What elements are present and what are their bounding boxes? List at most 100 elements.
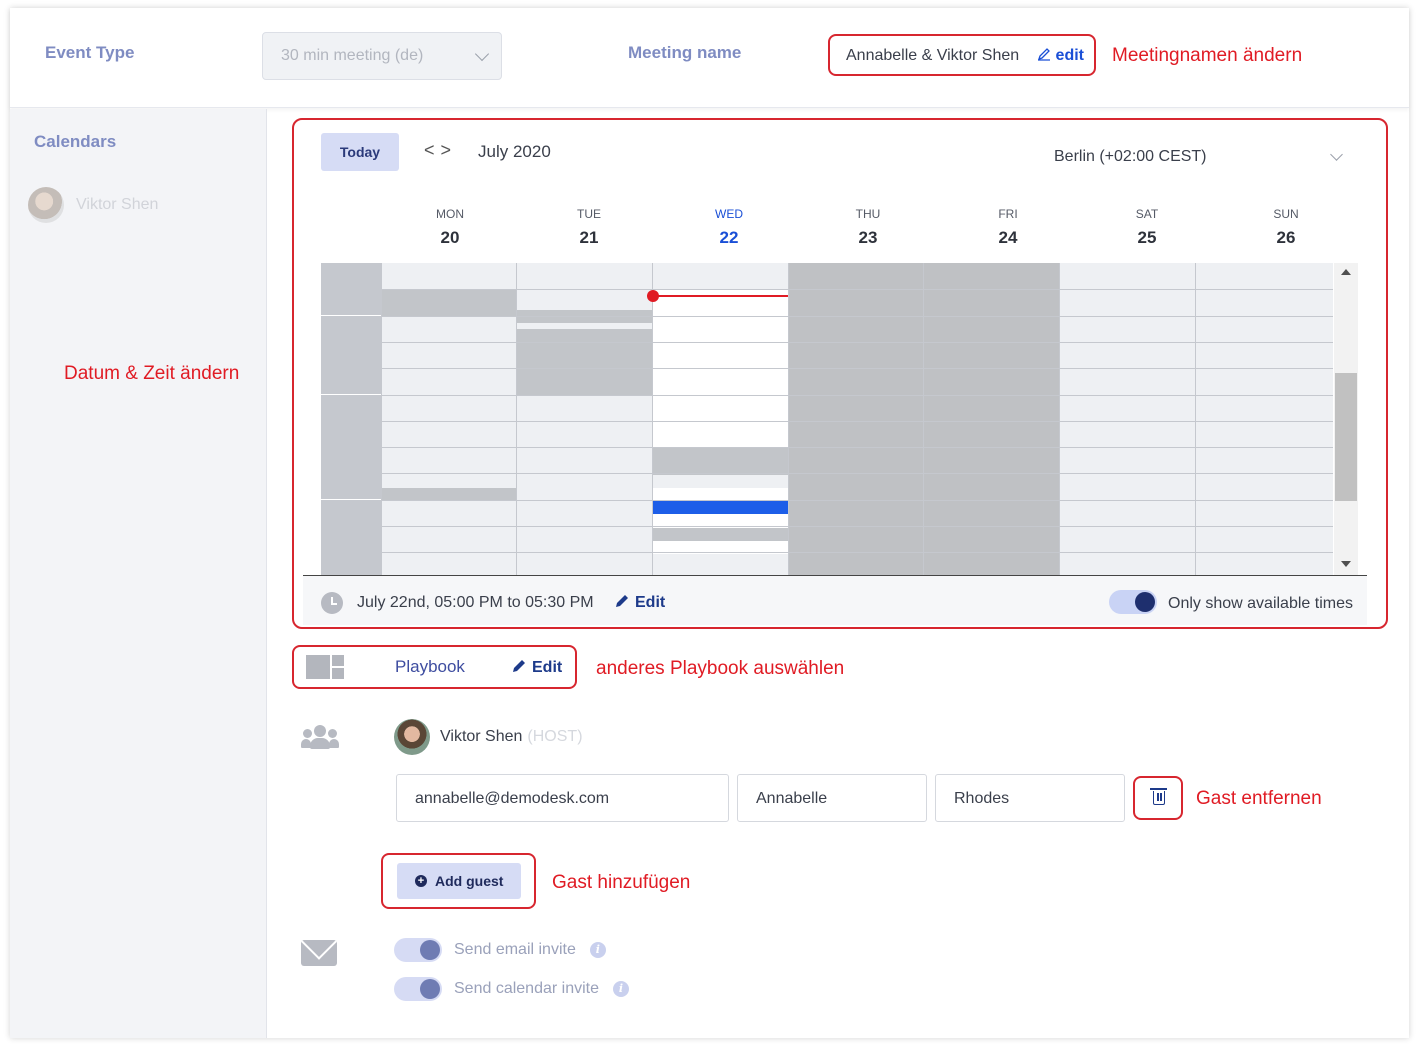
hour-gridline — [382, 289, 517, 290]
hour-gridline — [517, 316, 652, 317]
available-times-label: Only show available times — [1168, 595, 1353, 612]
day-column-fri[interactable] — [923, 263, 1059, 575]
guest-first-name-field[interactable]: Annabelle — [737, 774, 927, 822]
hour-gridline — [789, 316, 924, 317]
hour-gridline — [382, 395, 517, 396]
prev-week-button[interactable]: < — [424, 140, 441, 160]
day-column-thu[interactable] — [788, 263, 924, 575]
meeting-name-edit-button[interactable]: edit — [1037, 47, 1084, 65]
scroll-down-icon[interactable] — [1341, 561, 1351, 567]
hour-gridline — [924, 552, 1059, 553]
selected-time-range: July 22nd, 05:00 PM to 05:30 PM — [357, 594, 594, 611]
day-column-mon[interactable] — [381, 263, 517, 575]
day-name: TUE — [577, 207, 601, 221]
scroll-thumb[interactable] — [1335, 373, 1357, 501]
hour-gridline — [382, 526, 517, 527]
hour-gridline — [789, 342, 924, 343]
selected-slot[interactable] — [653, 501, 788, 514]
event-type-select[interactable]: 30 min meeting (de) — [262, 32, 502, 80]
hour-gridline — [517, 526, 652, 527]
hour-gridline — [382, 421, 517, 422]
hour-gridline — [382, 473, 517, 474]
next-week-button[interactable]: > — [441, 140, 458, 160]
day-date: 24 — [998, 228, 1018, 247]
hour-gridline — [653, 500, 788, 501]
hour-gridline — [653, 342, 788, 343]
current-time-dot — [647, 290, 659, 302]
day-header-tue: TUE 21 — [521, 207, 657, 248]
day-name: THU — [855, 207, 881, 221]
toggle-knob — [1135, 592, 1155, 612]
annotation-add-guest: Gast hinzufügen — [552, 872, 691, 893]
chevron-down-icon[interactable] — [1330, 148, 1343, 161]
day-column-sun[interactable] — [1195, 263, 1333, 575]
grid-scrollbar[interactable] — [1334, 263, 1358, 575]
day-date: 21 — [579, 228, 599, 247]
available-slot[interactable] — [653, 290, 788, 448]
day-header-wed: WED 22 — [661, 207, 797, 248]
time-edit-button[interactable]: Edit — [615, 594, 665, 612]
remove-guest-button[interactable] — [1133, 776, 1183, 820]
hour-gridline — [1196, 473, 1333, 474]
hour-gridline — [653, 552, 788, 553]
day-column-sat[interactable] — [1059, 263, 1195, 575]
top-bar: Event Type 30 min meeting (de) Meeting n… — [10, 8, 1409, 108]
hour-gridline — [1196, 395, 1333, 396]
hour-gridline — [1196, 447, 1333, 448]
hour-gridline — [653, 289, 788, 290]
today-button[interactable]: Today — [321, 133, 399, 171]
busy-block[interactable] — [653, 528, 788, 541]
guest-email-field[interactable]: annabelle@demodesk.com — [396, 774, 729, 822]
annotation-meeting-name: Meetingnamen ändern — [1112, 45, 1303, 66]
hour-gridline — [1196, 289, 1333, 290]
guest-last-name-field[interactable]: Rhodes — [935, 774, 1125, 822]
calendar-user[interactable]: Viktor Shen — [28, 187, 158, 223]
email-invite-label: Send email invite — [454, 941, 576, 958]
hour-gridline — [1196, 342, 1333, 343]
hour-gridline — [321, 263, 381, 289]
day-column-wed[interactable] — [652, 263, 788, 575]
playbook-name: Playbook — [395, 657, 465, 676]
add-guest-label: Add guest — [435, 873, 504, 889]
hour-gridline — [517, 368, 652, 369]
available-times-toggle[interactable] — [1109, 590, 1157, 614]
busy-block[interactable] — [382, 290, 517, 316]
busy-block[interactable] — [653, 448, 788, 475]
info-icon[interactable]: i — [589, 942, 606, 958]
busy-block[interactable] — [924, 263, 1059, 575]
hour-gridline — [517, 447, 652, 448]
hour-gridline — [321, 526, 381, 552]
busy-block[interactable] — [517, 329, 652, 395]
week-grid[interactable]: 8 AM9 AM10 AM11 AM12 PM1 PM2 PM3 PM4 PM5… — [321, 263, 1333, 575]
playbook-edit-button[interactable]: Edit — [512, 659, 562, 677]
day-header-sun: SUN 26 — [1218, 207, 1354, 248]
busy-block[interactable] — [789, 263, 924, 575]
day-column-tue[interactable] — [516, 263, 652, 575]
add-guest-button[interactable]: + Add guest — [397, 863, 521, 899]
clock-icon — [321, 592, 343, 614]
hour-gridline — [321, 552, 381, 575]
playbook-edit-label: Edit — [532, 659, 563, 676]
hour-gridline — [653, 526, 788, 527]
hour-gridline — [517, 552, 652, 553]
email-invite-toggle[interactable] — [394, 938, 442, 962]
timezone-select[interactable]: Berlin (+02:00 CEST) — [1054, 148, 1207, 166]
hour-gridline — [321, 447, 381, 473]
calendar-invite-toggle[interactable] — [394, 977, 442, 1001]
hour-gridline — [924, 395, 1059, 396]
hour-gridline — [517, 395, 652, 396]
hour-gridline — [924, 473, 1059, 474]
day-header-mon: MON 20 — [382, 207, 518, 248]
hour-gridline — [924, 447, 1059, 448]
avatar — [394, 719, 430, 755]
info-icon[interactable]: i — [612, 981, 629, 997]
hour-gridline — [653, 421, 788, 422]
chevron-down-icon — [474, 46, 490, 62]
hour-gridline — [789, 500, 924, 501]
meeting-name-box: Annabelle & Viktor Shen edit — [828, 34, 1096, 76]
plus-circle-icon: + — [415, 875, 427, 887]
scroll-up-icon[interactable] — [1341, 269, 1351, 275]
time-column: 8 AM9 AM10 AM11 AM12 PM1 PM2 PM3 PM4 PM5… — [321, 263, 381, 575]
hour-gridline — [382, 342, 517, 343]
hour-gridline — [321, 500, 381, 526]
